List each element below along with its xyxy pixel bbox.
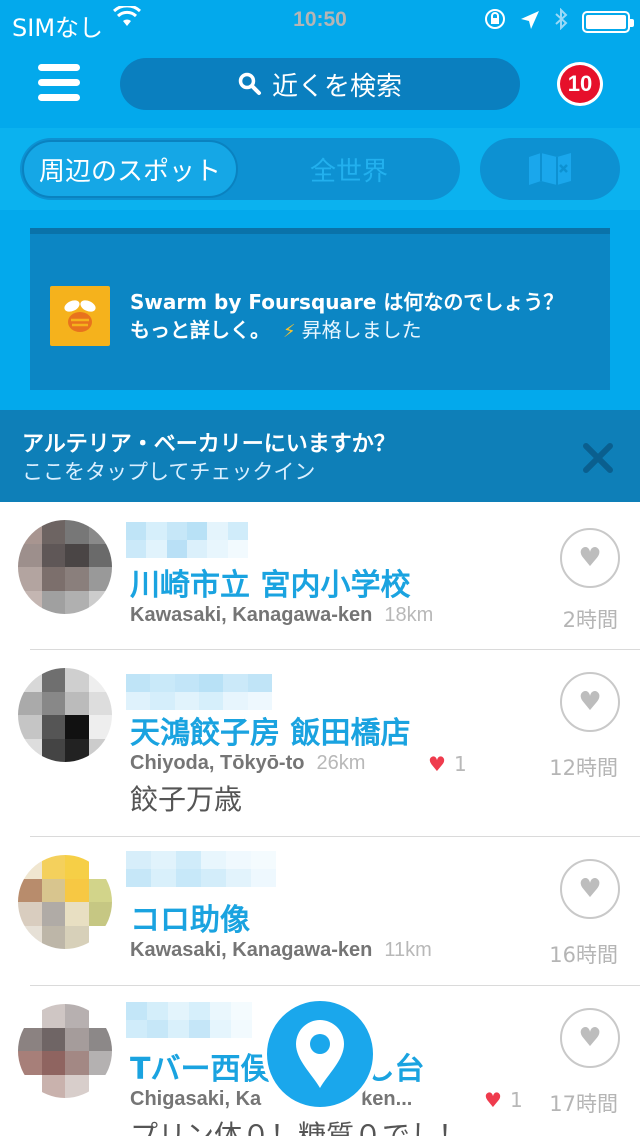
notification-badge: 10 xyxy=(557,62,603,106)
location-arrow-icon xyxy=(520,8,540,36)
checkin-prompt[interactable]: アルテリア・ベーカリーにいますか？ ここをタップしてチェックイン xyxy=(0,410,640,502)
timestamp: 12時間 xyxy=(549,756,618,780)
shout-text: プリン体０！糖質０でし！ xyxy=(130,1119,467,1136)
close-icon[interactable] xyxy=(578,438,618,478)
avatar[interactable] xyxy=(18,1004,112,1098)
distance: 26km xyxy=(316,752,366,774)
tab-world[interactable]: 全世界 xyxy=(240,140,458,198)
search-label: 近くを検索 xyxy=(271,71,402,102)
promo-text: Swarm by Foursquare は何なのでしょう？もっと詳しく。 ⚡ 昇格… xyxy=(130,288,580,346)
notification-button[interactable]: 10 xyxy=(557,62,603,106)
hamburger-icon xyxy=(38,64,80,71)
like-button[interactable]: ♥ xyxy=(560,672,620,732)
status-bar: SIMなし 10:50 xyxy=(0,0,640,42)
user-name-blurred xyxy=(126,1002,252,1038)
avatar[interactable] xyxy=(18,855,112,949)
heart-icon: ♥ xyxy=(578,1023,602,1053)
like-count: ♥ 1 xyxy=(428,752,467,776)
like-button[interactable]: ♥ xyxy=(560,1008,620,1068)
timestamp: 17時間 xyxy=(549,1092,618,1116)
scope-segment: 周辺のスポット 全世界 xyxy=(20,138,460,200)
venue-location: Chiyoda, Tōkyō-to 26km xyxy=(130,752,366,774)
search-icon xyxy=(238,72,261,95)
swarm-promo-card[interactable]: Swarm by Foursquare は何なのでしょう？もっと詳しく。 ⚡ 昇格… xyxy=(30,228,610,390)
timestamp: 16時間 xyxy=(549,943,618,967)
battery-icon xyxy=(582,11,634,33)
navigation-bar: 近くを検索 10 xyxy=(0,40,640,128)
shout-text: 餃子万歳 xyxy=(130,783,243,816)
venue-location: Kawasaki, Kanagawa-ken 11km xyxy=(130,939,432,961)
checkin-button[interactable] xyxy=(262,996,378,1112)
like-button[interactable]: ♥ xyxy=(560,859,620,919)
avatar[interactable] xyxy=(18,520,112,614)
menu-button[interactable] xyxy=(38,64,80,102)
venue-name[interactable]: 川崎市立 宮内小学校 xyxy=(130,560,410,604)
distance: 11km xyxy=(384,939,432,961)
heart-icon: ♥ xyxy=(578,874,602,904)
location-pin-icon xyxy=(296,1020,344,1088)
user-name-blurred xyxy=(126,851,276,887)
promo-area: Swarm by Foursquare は何なのでしょう？もっと詳しく。 ⚡ 昇格… xyxy=(0,210,640,410)
search-bar[interactable]: 近くを検索 xyxy=(120,58,520,110)
tab-nearby[interactable]: 周辺のスポット xyxy=(22,140,238,198)
distance: 18km xyxy=(384,604,434,626)
list-item[interactable]: 川崎市立 宮内小学校 Kawasaki, Kanagawa-ken 18km ♥ … xyxy=(18,502,640,650)
swarm-logo xyxy=(50,286,110,346)
heart-icon: ♥ xyxy=(578,687,602,717)
list-item[interactable]: コロ助像 Kawasaki, Kanagawa-ken 11km ♥ 16時間 xyxy=(18,837,640,986)
user-name-blurred xyxy=(126,522,248,558)
list-item[interactable]: 天鴻餃子房 飯田橋店 Chiyoda, Tōkyō-to 26km ♥ 1 餃子万歳… xyxy=(18,650,640,837)
map-button[interactable] xyxy=(480,138,620,200)
bluetooth-icon xyxy=(554,7,568,36)
user-name-blurred xyxy=(126,674,272,710)
heart-icon: ♥ xyxy=(578,543,602,573)
venue-location: Chigasaki, Ka ken... xyxy=(130,1088,413,1110)
map-icon xyxy=(529,153,571,185)
promo-upgraded: 昇格しました xyxy=(301,318,422,342)
scope-tabs: 周辺のスポット 全世界 xyxy=(0,128,640,210)
heart-icon: ♥ xyxy=(484,1088,502,1112)
like-count: ♥ 1 xyxy=(484,1088,523,1112)
like-button[interactable]: ♥ xyxy=(560,528,620,588)
timestamp: 2時間 xyxy=(562,608,618,632)
bolt-icon: ⚡ xyxy=(282,321,296,342)
checkin-subtitle: ここをタップしてチェックイン xyxy=(22,460,316,484)
checkin-question: アルテリア・ベーカリーにいますか？ xyxy=(22,432,396,457)
status-icons xyxy=(484,7,634,36)
venue-name[interactable]: 天鴻餃子房 飯田橋店 xyxy=(130,708,410,752)
rotation-lock-icon xyxy=(484,8,506,36)
venue-location: Kawasaki, Kanagawa-ken 18km xyxy=(130,604,434,626)
heart-icon: ♥ xyxy=(428,752,446,776)
avatar[interactable] xyxy=(18,668,112,762)
venue-name[interactable]: コロ助像 xyxy=(130,895,250,939)
